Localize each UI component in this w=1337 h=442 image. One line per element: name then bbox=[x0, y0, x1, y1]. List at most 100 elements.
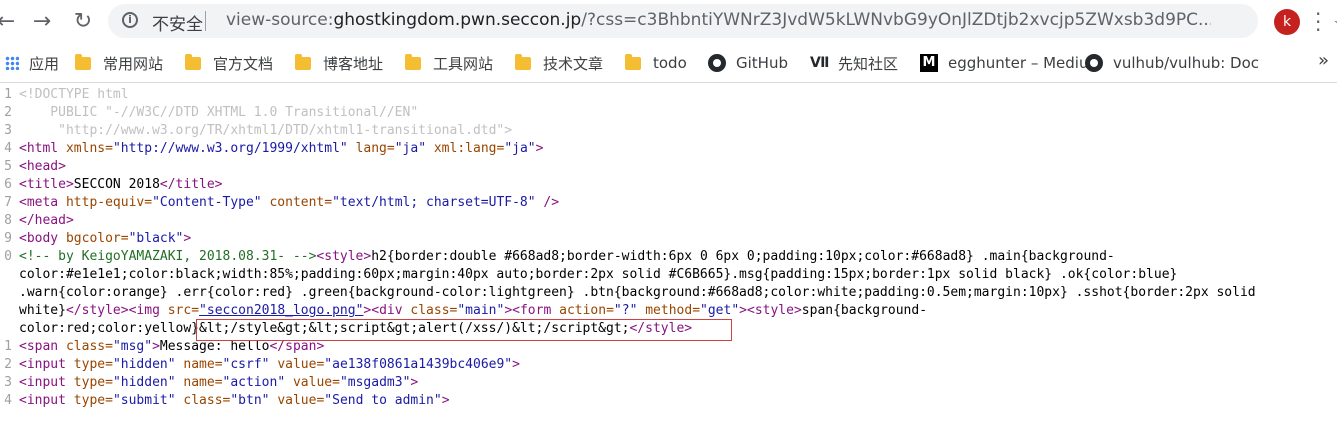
attr: method= bbox=[637, 303, 701, 318]
code-text: <title>SECCON 2018</title> bbox=[19, 176, 223, 194]
source-line: 5 <head> bbox=[0, 158, 1337, 176]
line-number: 2 bbox=[4, 105, 12, 120]
css-text: h2{border:double #668ad8;border-width:6p… bbox=[371, 249, 1115, 264]
src-link[interactable]: "seccon2018_logo.png" bbox=[199, 303, 363, 318]
forward-button[interactable]: → bbox=[28, 8, 56, 36]
medium-icon: M bbox=[920, 54, 938, 72]
css-text: white} bbox=[19, 303, 66, 318]
line-number: 9 bbox=[4, 231, 12, 246]
value: "msg" bbox=[112, 339, 153, 354]
folder-icon bbox=[185, 53, 201, 70]
source-line: 8 </head> bbox=[0, 212, 1337, 230]
code-text: <!-- by KeigoYAMAZAKI, 2018.08.31- --><s… bbox=[19, 248, 1115, 266]
code-text: <input type="submit" class="btn" value="… bbox=[19, 392, 450, 410]
source-line: 4 <html xmlns="http://www.w3.org/1999/xht… bbox=[0, 140, 1337, 158]
tag: > bbox=[441, 393, 450, 408]
github-icon bbox=[1085, 54, 1103, 72]
tag: <input bbox=[19, 375, 74, 390]
tag: > bbox=[183, 231, 192, 246]
bookmark-folder[interactable]: todo bbox=[625, 52, 687, 74]
bookmark-github[interactable]: GitHub bbox=[708, 52, 788, 74]
reload-icon: ↻ bbox=[73, 9, 93, 34]
tag: > bbox=[535, 141, 544, 156]
value: "action" bbox=[222, 375, 286, 390]
profile-avatar[interactable]: k bbox=[1274, 9, 1300, 35]
line-number: 1 bbox=[4, 87, 12, 102]
bookmark-label: 应用 bbox=[29, 54, 60, 73]
value: "submit" bbox=[112, 393, 176, 408]
code-text: <body bgcolor="black"> bbox=[19, 230, 191, 248]
bookmark-star-icon[interactable]: ☆ bbox=[1333, 12, 1337, 37]
reload-button[interactable]: ↻ bbox=[69, 8, 97, 36]
folder-icon bbox=[405, 53, 421, 70]
folder-icon bbox=[515, 53, 531, 70]
tag: </head> bbox=[19, 213, 74, 228]
tag: <title> bbox=[19, 177, 74, 192]
bookmark-xianzhi[interactable]: Ⅶ 先知社区 bbox=[810, 52, 898, 74]
bookmark-folder[interactable]: 博客地址 bbox=[295, 52, 383, 74]
attr: xmlns= bbox=[65, 141, 113, 156]
bookmark-folder[interactable]: 技术文章 bbox=[515, 52, 603, 74]
bookmark-label: vulhub/vulhub: Doc bbox=[1113, 54, 1260, 72]
tag: <form bbox=[512, 303, 560, 318]
value: "text/html; charset=UTF-8" bbox=[332, 195, 536, 210]
tag: <input bbox=[19, 357, 74, 372]
value: "ja" bbox=[504, 141, 536, 156]
divider bbox=[205, 11, 206, 31]
back-button[interactable]: ← bbox=[0, 8, 20, 36]
tag: <style> bbox=[316, 249, 372, 264]
url-text[interactable]: view-source:ghostkingdom.pwn.seccon.jp/?… bbox=[226, 10, 1211, 30]
source-line: 3 "http://www.w3.org/TR/xhtml1/DTD/xhtml… bbox=[0, 122, 1337, 140]
source-line: white}</style><img src="seccon2018_logo.… bbox=[0, 302, 1337, 320]
attr: class= bbox=[175, 393, 231, 408]
tag: </span> bbox=[269, 339, 325, 354]
bookmark-folder[interactable]: 工具网站 bbox=[405, 52, 493, 74]
value: "msgadm3" bbox=[339, 375, 411, 390]
value: "?" bbox=[613, 303, 638, 318]
arrow-right-icon: → bbox=[32, 9, 52, 34]
tag: <span bbox=[19, 339, 66, 354]
attr: type= bbox=[73, 357, 113, 372]
bookmark-apps[interactable]: 应用 bbox=[5, 52, 59, 74]
value: "ae138f0861a1439bc406e9" bbox=[324, 357, 513, 372]
tag: </style> bbox=[65, 303, 129, 318]
address-bar[interactable]: i 不安全 view-source:ghostkingdom.pwn.secco… bbox=[108, 4, 1337, 38]
info-icon[interactable]: i bbox=[122, 12, 138, 28]
css-text: color:red;color:yellow} bbox=[19, 321, 200, 336]
value: "http://www.w3.org/1999/xhtml" bbox=[112, 141, 348, 156]
value: "get" bbox=[700, 303, 740, 318]
value: "hidden" bbox=[112, 357, 176, 372]
tag: <input bbox=[19, 393, 74, 408]
menu-dots-icon[interactable]: · · · bbox=[1315, 4, 1321, 40]
folder-icon bbox=[75, 53, 91, 70]
value: "ja" bbox=[394, 141, 427, 156]
attr: type= bbox=[73, 393, 113, 408]
line-number: 3 bbox=[4, 375, 12, 390]
source-line: 9 <body bgcolor="black"> bbox=[0, 230, 1337, 248]
bookmark-folder[interactable]: 常用网站 bbox=[75, 52, 163, 74]
security-label[interactable]: 不安全 bbox=[152, 10, 203, 35]
bookmark-label: 官方文档 bbox=[213, 54, 274, 73]
code-text: <input type="hidden" name="csrf" value="… bbox=[19, 356, 520, 374]
bookmark-vulhub[interactable]: vulhub/vulhub: Doc bbox=[1085, 52, 1285, 74]
chevron-more-icon[interactable]: » bbox=[1318, 50, 1329, 71]
value: "csrf" bbox=[222, 357, 270, 372]
bookmark-label: 工具网站 bbox=[433, 54, 494, 73]
source-line: 1 <!DOCTYPE html bbox=[0, 86, 1337, 104]
attr: value= bbox=[269, 393, 325, 408]
attr: type= bbox=[73, 375, 113, 390]
bookmark-folder[interactable]: 官方文档 bbox=[185, 52, 273, 74]
tag: /> bbox=[535, 195, 560, 210]
attr: value= bbox=[269, 357, 325, 372]
bookmark-label: egghunter – Mediu bbox=[948, 54, 1089, 72]
text: SECCON 2018 bbox=[73, 177, 160, 192]
line-number: 4 bbox=[4, 393, 12, 408]
bookmark-label: GitHub bbox=[736, 54, 788, 72]
apps-grid-icon bbox=[5, 56, 19, 70]
bookmark-label: 常用网站 bbox=[103, 54, 164, 73]
line-number: 2 bbox=[4, 357, 12, 372]
source-line: 7 <meta http-equiv="Content-Type" content… bbox=[0, 194, 1337, 212]
source-line: 6 <title>SECCON 2018</title> bbox=[0, 176, 1337, 194]
folder-icon bbox=[625, 53, 641, 70]
bookmark-medium[interactable]: Megghunter – Mediu bbox=[920, 52, 1090, 74]
